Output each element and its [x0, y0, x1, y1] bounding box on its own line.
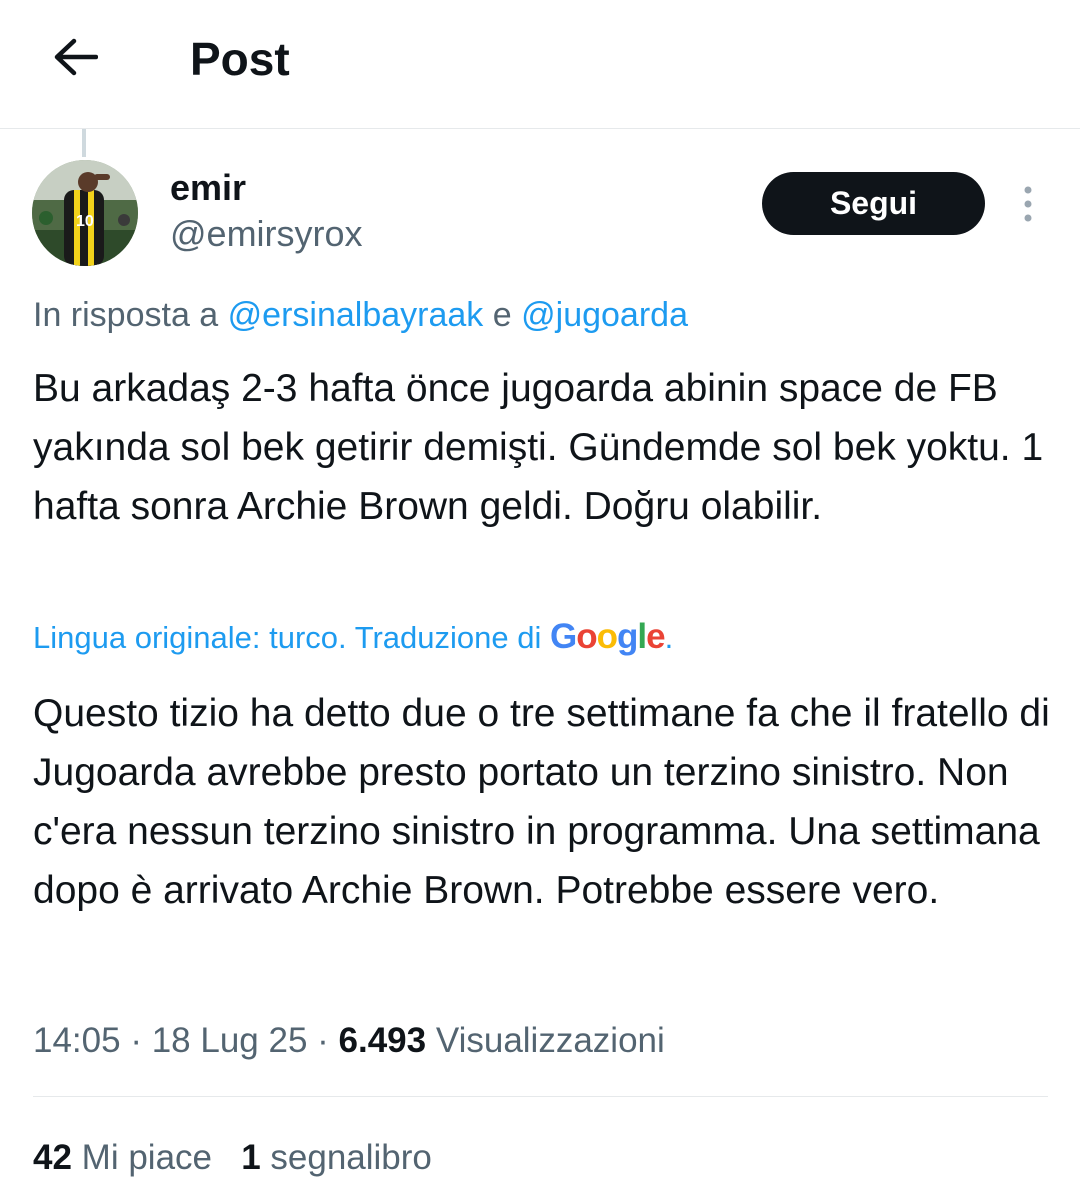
- reply-mention-1[interactable]: @ersinalbayraak: [228, 296, 484, 334]
- reply-conjunction: e: [492, 296, 512, 334]
- back-button[interactable]: [48, 30, 102, 84]
- arrow-left-icon: [54, 38, 98, 76]
- likes-stat[interactable]: 42 Mi piace: [33, 1138, 212, 1177]
- divider: [33, 1096, 1048, 1097]
- likes-label: Mi piace: [81, 1138, 212, 1177]
- author-handle[interactable]: @emirsyrox: [170, 212, 363, 256]
- post-time[interactable]: 14:05: [33, 1021, 121, 1060]
- page-title: Post: [190, 33, 290, 85]
- bookmarks-count: 1: [241, 1138, 261, 1177]
- views-count: 6.493: [338, 1021, 427, 1060]
- google-logo: Google: [550, 617, 666, 656]
- post-original-text: Bu arkadaş 2-3 hafta önce jugoarda abini…: [33, 367, 1044, 528]
- avatar-image: 10: [32, 160, 138, 266]
- svg-text:10: 10: [76, 213, 94, 230]
- top-bar: Post: [0, 0, 1080, 129]
- bookmarks-stat[interactable]: 1 segnalibro: [241, 1138, 432, 1177]
- more-options-button[interactable]: [1008, 180, 1048, 228]
- translation-attribution[interactable]: Lingua originale: turco. Traduzione di G…: [33, 614, 673, 661]
- post-translated-text: Questo tizio ha detto due o tre settiman…: [33, 692, 1050, 912]
- more-vertical-icon: [1024, 186, 1032, 222]
- reply-prefix: In risposta a: [33, 296, 219, 334]
- author-name[interactable]: emir: [170, 166, 246, 210]
- avatar[interactable]: 10: [32, 160, 138, 266]
- engagement-stats: 42 Mi piace 1 segnalibro: [33, 1135, 432, 1181]
- follow-button[interactable]: Segui: [762, 172, 985, 235]
- views-label: Visualizzazioni: [435, 1021, 665, 1060]
- post-metadata: 14:05 · 18 Lug 25 · 6.493 Visualizzazion…: [33, 1021, 665, 1060]
- thread-connector-line: [82, 129, 86, 157]
- likes-count: 42: [33, 1138, 72, 1177]
- reply-context: In risposta a @ersinalbayraak e @jugoard…: [33, 293, 688, 337]
- reply-mention-2[interactable]: @jugoarda: [521, 296, 688, 334]
- bookmarks-label: segnalibro: [270, 1138, 432, 1177]
- translation-note: Lingua originale: turco. Traduzione di: [33, 620, 542, 655]
- translation-suffix: .: [664, 620, 674, 655]
- post-date[interactable]: 18 Lug 25: [152, 1021, 308, 1060]
